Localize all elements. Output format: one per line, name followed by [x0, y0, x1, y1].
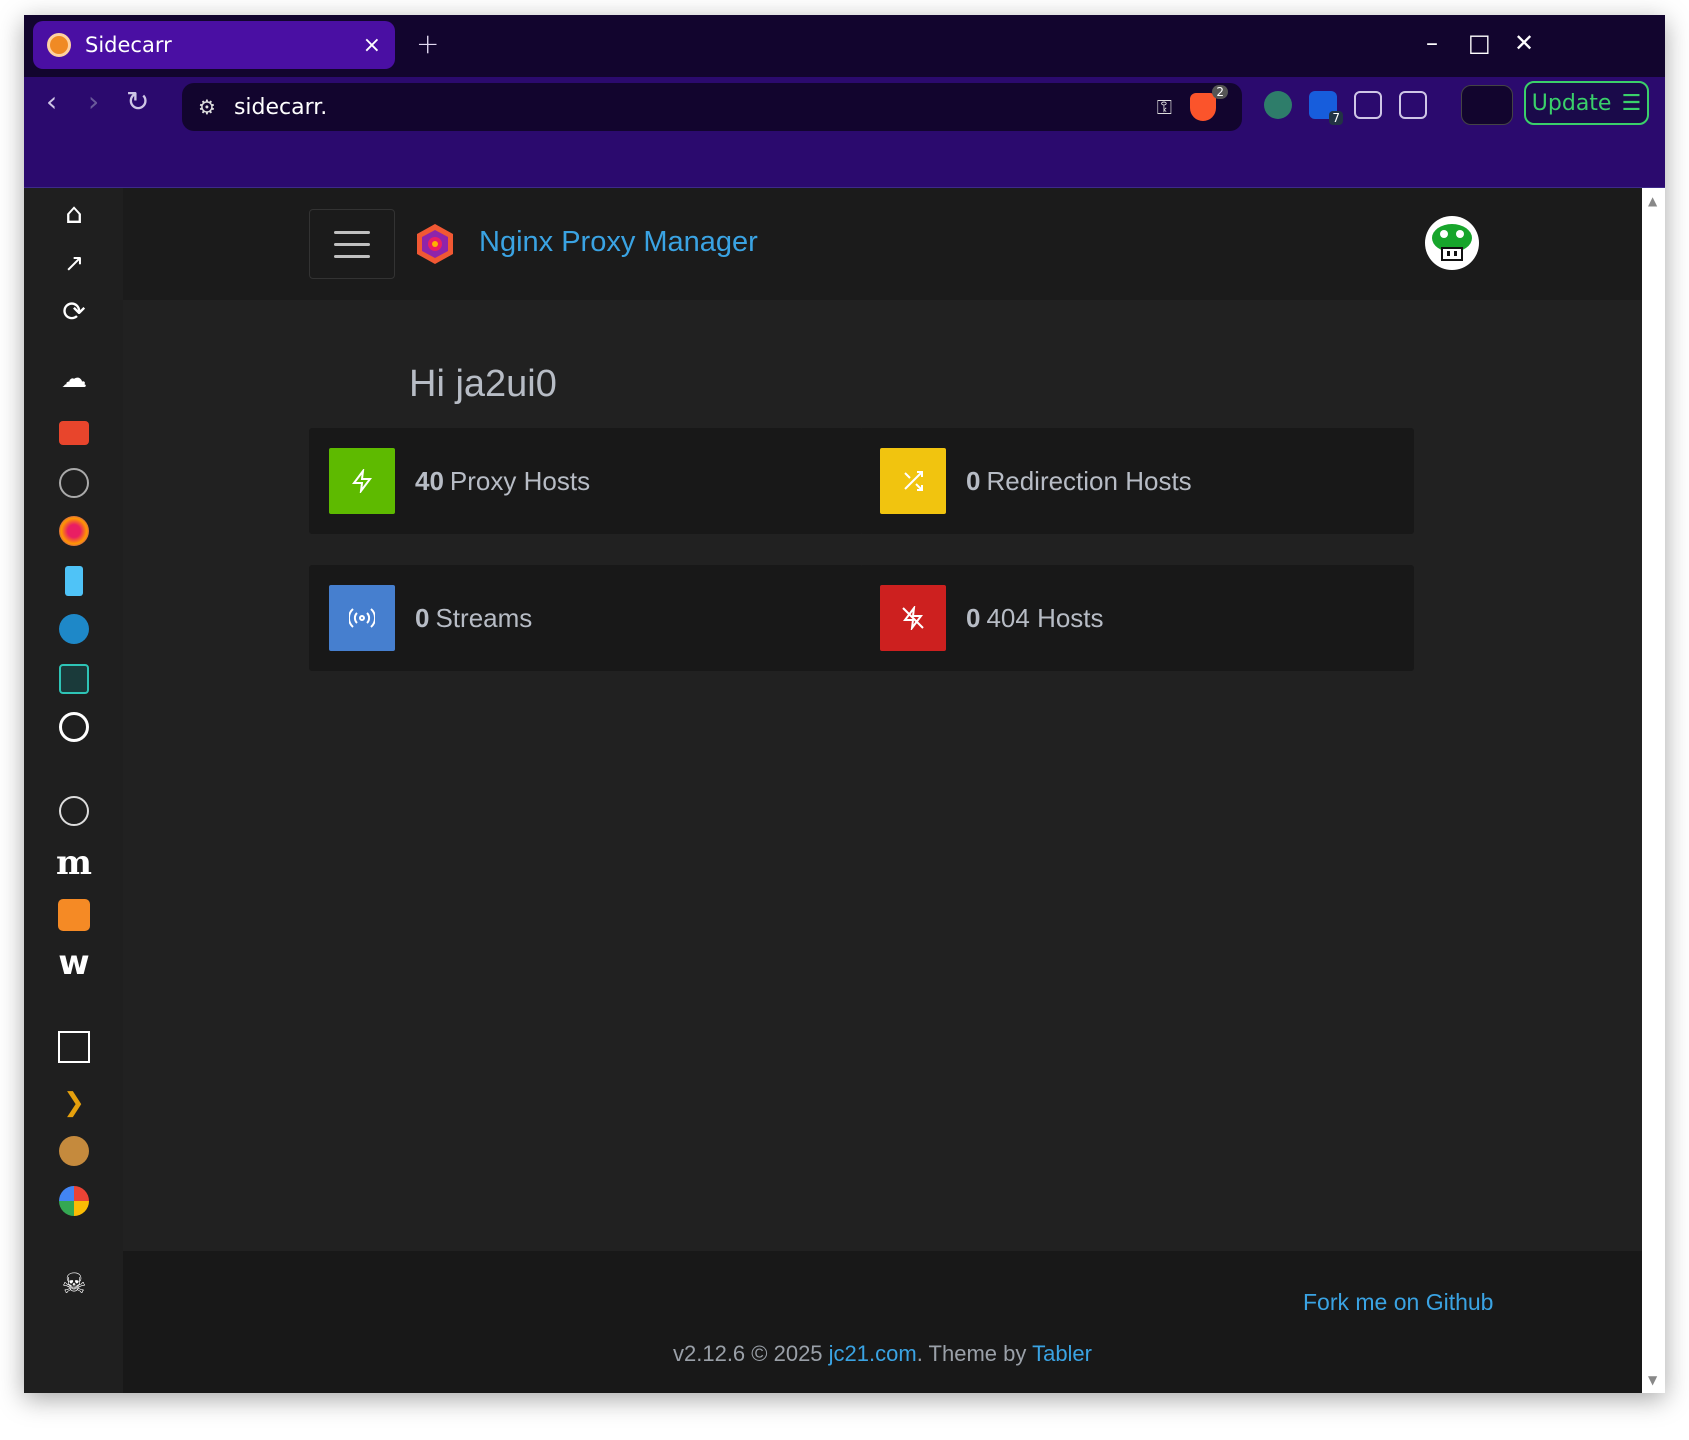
menu-icon: ☰ — [1621, 90, 1642, 116]
home-icon[interactable]: ⌂ — [57, 196, 91, 230]
proxy-hosts-text: 40 Proxy Hosts — [415, 465, 591, 496]
redirection-hosts-text: 0 Redirection Hosts — [966, 465, 1192, 496]
zap-off-icon — [880, 585, 946, 651]
app-header: Nginx Proxy Manager — [123, 188, 1642, 300]
extensions-puzzle-icon[interactable] — [1354, 91, 1382, 119]
reading-mode-icon[interactable] — [1399, 91, 1427, 119]
fork-github-link[interactable]: Fork me on Github — [1303, 1289, 1493, 1316]
streams-card[interactable]: 0 Streams — [309, 565, 863, 671]
shield-check-icon[interactable] — [57, 662, 91, 696]
update-button[interactable]: Update ☰ — [1524, 81, 1649, 125]
proxy-hosts-card[interactable]: 40 Proxy Hosts — [309, 428, 863, 534]
tab-title: Sidecarr — [85, 33, 172, 57]
new-tab-button[interactable]: + — [416, 27, 439, 60]
maximize-button[interactable]: □ — [1468, 29, 1491, 57]
404-hosts-text: 0 404 Hosts — [966, 602, 1104, 633]
sidecarr-favicon-icon — [47, 33, 71, 57]
container-crane-icon[interactable] — [57, 564, 91, 598]
jc21-link[interactable]: jc21.com — [829, 1341, 917, 1366]
brand-title[interactable]: Nginx Proxy Manager — [479, 226, 758, 259]
photos-pinwheel-icon[interactable] — [57, 1184, 91, 1218]
back-button[interactable]: ‹ — [46, 85, 57, 118]
cloud-icon[interactable]: ☁ — [57, 362, 91, 396]
greeting-heading: Hi ja2ui0 — [409, 363, 557, 405]
network-globe-icon[interactable] — [57, 612, 91, 646]
bitwarden-badge: 7 — [1329, 111, 1343, 125]
address-bar[interactable]: ⚙ sidecarr. ⚿ 2 — [182, 83, 1242, 131]
site-settings-icon[interactable]: ⚙ — [198, 95, 216, 119]
qr-grid-icon[interactable] — [57, 1030, 91, 1064]
vertical-scrollbar[interactable]: ▲ ▼ — [1642, 188, 1665, 1393]
scroll-up-arrow-icon[interactable]: ▲ — [1648, 194, 1657, 208]
external-link-icon[interactable]: ↗ — [57, 246, 91, 280]
brave-badge: 2 — [1212, 85, 1228, 99]
radio-icon — [329, 585, 395, 651]
nginx-proxy-manager-icon[interactable] — [57, 514, 91, 548]
redirection-hosts-card[interactable]: 0 Redirection Hosts — [860, 428, 1414, 534]
page-content: Nginx Proxy Manager Hi ja2ui0 40 Proxy Ho… — [123, 188, 1642, 1393]
audiobookshelf-icon[interactable] — [57, 1134, 91, 1168]
tab-sidecarr[interactable]: Sidecarr × — [33, 21, 395, 69]
hamburger-menu-button[interactable] — [309, 209, 395, 279]
close-window-button[interactable]: ✕ — [1514, 29, 1534, 57]
bookmarks-bar — [24, 136, 1665, 188]
forward-button[interactable]: › — [88, 85, 99, 118]
browser-window: Sidecarr × + – □ ✕ ‹ › ↻ ⚙ sidecarr. ⚿ 2… — [24, 15, 1665, 1393]
update-label: Update — [1531, 90, 1612, 116]
wallabag-w-icon[interactable]: w — [57, 943, 91, 983]
tab-bar: Sidecarr × + – □ ✕ — [24, 15, 1665, 77]
brave-shields-icon[interactable]: 2 — [1190, 85, 1228, 121]
npm-logo-icon — [417, 224, 453, 264]
profile-glasses-icon[interactable] — [1461, 85, 1513, 125]
plex-icon[interactable]: ❯ — [57, 1086, 91, 1120]
page-footer: Fork me on Github v2.12.6 © 2025 jc21.co… — [123, 1251, 1642, 1393]
user-avatar[interactable] — [1425, 216, 1479, 270]
zap-icon — [329, 448, 395, 514]
streams-text: 0 Streams — [415, 602, 533, 633]
404-hosts-card[interactable]: 0 404 Hosts — [860, 565, 1414, 671]
mushroom-avatar-icon — [1426, 217, 1478, 269]
password-key-icon[interactable]: ⚿ — [1157, 95, 1172, 119]
browser-toolbar: ‹ › ↻ ⚙ sidecarr. ⚿ 2 7 Update ☰ — [24, 77, 1665, 136]
bitwarden-icon[interactable]: 7 — [1309, 91, 1343, 125]
vaultwarden-icon[interactable] — [57, 710, 91, 744]
scroll-down-arrow-icon[interactable]: ▼ — [1648, 1373, 1657, 1387]
reload-button[interactable]: ↻ — [126, 85, 149, 118]
sidecarr-sidebar: ⌂ ↗ ⟳ ☁ m w ❯ ☠ — [24, 188, 123, 1393]
medium-m-icon[interactable]: m — [56, 843, 92, 883]
shuffle-icon — [880, 448, 946, 514]
minimize-button[interactable]: – — [1426, 29, 1438, 57]
copyright-text: v2.12.6 © 2025 jc21.com. Theme by Tabler — [673, 1341, 1092, 1366]
pirate-skull-icon[interactable]: ☠ — [57, 1266, 91, 1300]
refresh-icon[interactable]: ⟳ — [57, 294, 91, 328]
synology-icon[interactable] — [57, 466, 91, 500]
url-text[interactable]: sidecarr. — [234, 95, 1157, 120]
tab-close-icon[interactable]: × — [363, 33, 381, 58]
app-red-truck-icon[interactable] — [57, 416, 91, 450]
brain-icon[interactable] — [57, 794, 91, 828]
tabler-link[interactable]: Tabler — [1032, 1341, 1092, 1366]
rss-icon[interactable] — [57, 898, 91, 932]
extension-icon-1[interactable] — [1264, 91, 1292, 119]
